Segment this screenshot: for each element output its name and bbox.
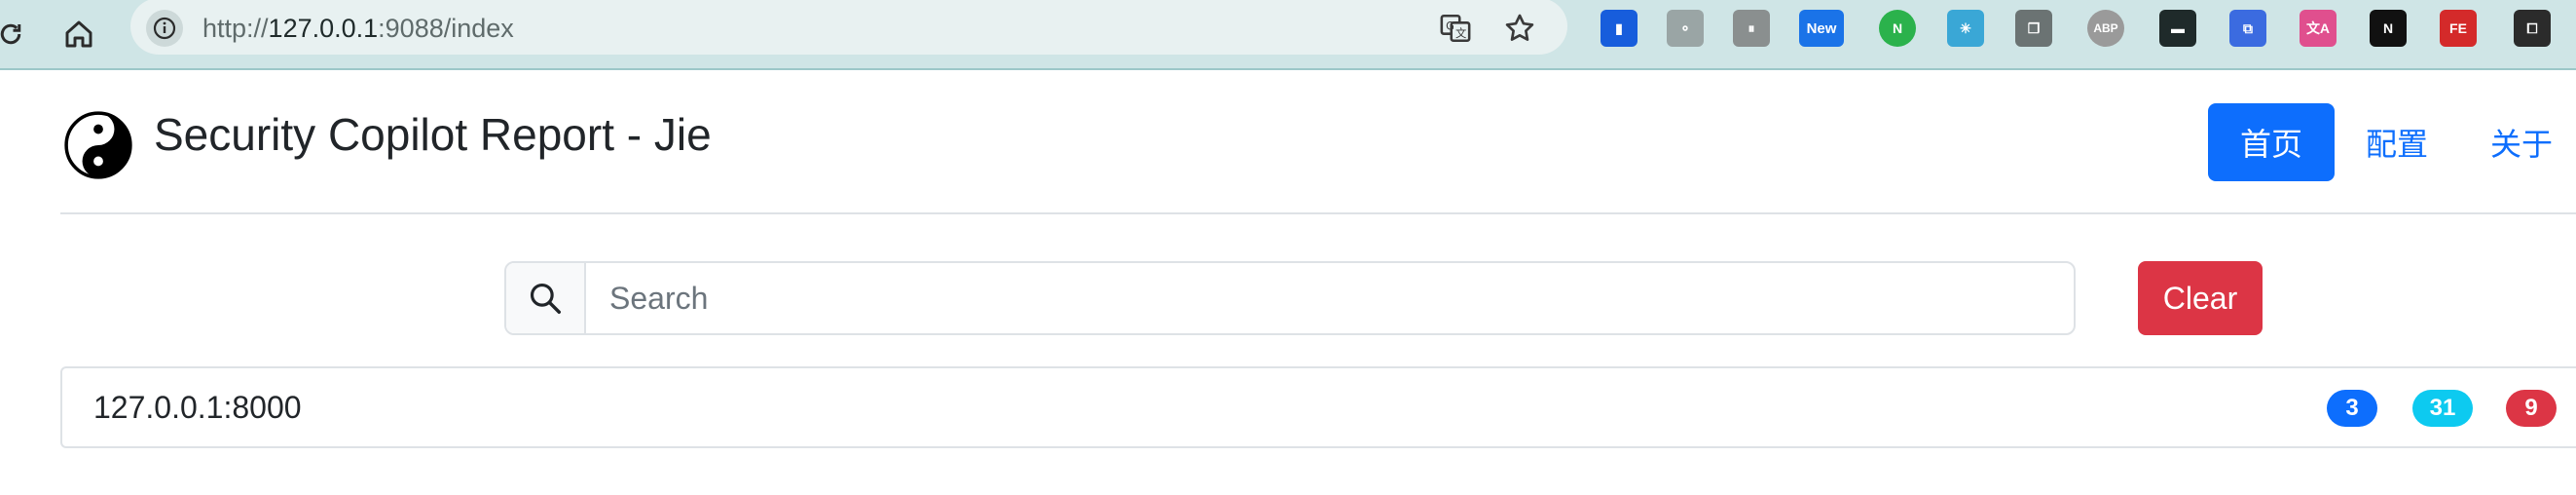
browser-toolbar: http://127.0.0.1:9088/index G文 ▮ ⚬ ⏸ New N ✳ ❐… [0,0,2576,70]
url-scheme: http:// [202,14,269,43]
search-bar [504,261,2076,335]
header-divider [60,212,2576,214]
count-badge-blue: 3 [2327,390,2377,427]
search-icon [506,263,586,333]
page-title: Security Copilot Report - Jie [154,109,712,160]
address-url[interactable]: http://127.0.0.1:9088/index [202,10,514,47]
screenshot-icon[interactable]: ⧉ [2229,10,2266,47]
translate-icon[interactable]: 文A [2300,10,2337,47]
url-path: :9088/index [378,14,514,43]
nav-about-link[interactable]: 关于 [2490,103,2553,181]
extension-circles-icon[interactable]: ⚬ [1667,10,1704,47]
reload-icon[interactable] [0,10,35,58]
translate-page-icon[interactable]: G文 [1435,8,1476,49]
adblock-icon[interactable]: ABP [2087,10,2124,47]
count-badge-cyan: 31 [2412,390,2473,427]
svg-text:文: 文 [1455,26,1466,40]
url-host: 127.0.0.1 [268,14,379,43]
result-list: 127.0.0.1:8000 3 31 9 [60,366,2576,448]
home-icon[interactable] [55,10,103,58]
fe-helper-icon[interactable]: FE [2440,10,2477,47]
yin-yang-logo [64,111,132,179]
nav-home-button[interactable]: 首页 [2208,103,2335,181]
loading-spinner-icon[interactable]: ✳ [1947,10,1984,47]
site-info-icon[interactable] [146,10,183,47]
search-input[interactable] [586,263,2074,333]
list-item-host: 127.0.0.1:8000 [93,390,302,425]
clear-button[interactable]: Clear [2138,261,2263,335]
extension-n-icon[interactable]: N [1879,10,1916,47]
card-icon[interactable]: ▬ [2159,10,2196,47]
extensions-puzzle-icon[interactable]: ⧠ [2514,10,2551,47]
svg-text:G: G [1446,19,1454,32]
nav-config-link[interactable]: 配置 [2366,103,2428,181]
count-badge-red: 9 [2506,390,2557,427]
list-item[interactable]: 127.0.0.1:8000 3 31 9 [62,368,2576,446]
bookmark-star-icon[interactable] [1499,8,1540,49]
copy-icon[interactable]: ❐ [2015,10,2052,47]
new-badge-icon[interactable]: New [1799,10,1844,47]
extension-paused-icon[interactable]: ⏸ [1733,10,1770,47]
bitwarden-icon[interactable]: ▮ [1601,10,1638,47]
notion-icon[interactable]: N [2370,10,2407,47]
